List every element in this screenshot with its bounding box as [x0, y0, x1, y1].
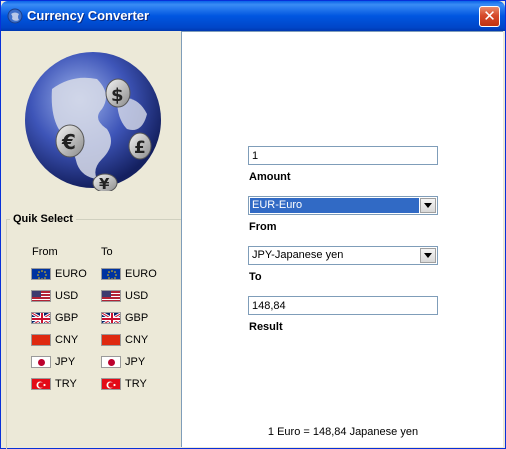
from-try-option[interactable]: TRY [31, 377, 77, 391]
tr-flag-icon [101, 378, 121, 390]
from-cny-option[interactable]: CNY [31, 333, 78, 347]
to-cny-option[interactable]: CNY [101, 333, 148, 347]
app-icon [7, 8, 23, 24]
to-try-option[interactable]: TRY [101, 377, 147, 391]
to-euro-option[interactable]: EURO [101, 267, 157, 281]
eu-flag-icon [101, 268, 121, 280]
conversion-summary: 1 Euro = 148,84 Japanese yen [267, 426, 419, 438]
close-icon: ✕ [483, 7, 496, 25]
to-column-header: To [101, 246, 113, 258]
to-usd-option[interactable]: USD [101, 289, 148, 303]
amount-label: Amount [249, 171, 291, 183]
from-euro-option[interactable]: EURO [31, 267, 87, 281]
left-panel: € £ $ ¥ Quik Select From To EURO USD GBP… [2, 31, 182, 449]
jp-flag-icon [101, 356, 121, 368]
to-label: To [249, 271, 262, 283]
eu-flag-icon [31, 268, 51, 280]
chevron-down-icon [424, 203, 432, 208]
uk-flag-icon [31, 312, 51, 324]
from-jpy-option[interactable]: JPY [31, 355, 75, 369]
currency-converter-window: Currency Converter ✕ € £ $ ¥ Quik Select… [0, 0, 506, 449]
globe-currency-logo: € £ $ ¥ [25, 52, 161, 191]
quick-select-title: Quik Select [10, 213, 76, 225]
svg-text:£: £ [134, 138, 146, 158]
from-column-header: From [32, 246, 58, 258]
svg-text:€: € [61, 130, 76, 154]
converter-panel: Amount EUR-Euro From JPY-Japanese yen To… [181, 31, 503, 447]
currency-code: GBP [55, 312, 79, 324]
chevron-down-icon [424, 253, 432, 258]
currency-code: TRY [125, 378, 147, 390]
title-bar[interactable]: Currency Converter ✕ [1, 1, 505, 31]
svg-text:$: $ [111, 85, 124, 106]
currency-code: EURO [55, 268, 87, 280]
currency-code: JPY [125, 356, 146, 368]
currency-code: GBP [125, 312, 149, 324]
result-field[interactable] [248, 296, 438, 315]
cn-flag-icon [101, 334, 121, 346]
currency-code: CNY [55, 334, 79, 346]
tr-flag-icon [31, 378, 51, 390]
result-label: Result [249, 321, 283, 333]
cn-flag-icon [31, 334, 51, 346]
from-label: From [249, 221, 277, 233]
us-flag-icon [101, 290, 121, 302]
to-dropdown-button[interactable] [420, 248, 436, 263]
currency-code: USD [55, 290, 79, 302]
uk-flag-icon [101, 312, 121, 324]
currency-code: CNY [125, 334, 149, 346]
currency-code: USD [125, 290, 149, 302]
currency-code: JPY [55, 356, 76, 368]
from-currency-value: EUR-Euro [250, 198, 419, 213]
from-usd-option[interactable]: USD [31, 289, 78, 303]
close-button[interactable]: ✕ [479, 6, 500, 27]
currency-code: EURO [125, 268, 157, 280]
us-flag-icon [31, 290, 51, 302]
currency-code: TRY [55, 378, 77, 390]
from-currency-select[interactable]: EUR-Euro [248, 196, 438, 215]
amount-input[interactable] [248, 146, 438, 165]
from-dropdown-button[interactable] [420, 198, 436, 213]
to-jpy-option[interactable]: JPY [101, 355, 145, 369]
from-gbp-option[interactable]: GBP [31, 311, 78, 325]
svg-text:¥: ¥ [99, 175, 110, 191]
window-title: Currency Converter [27, 8, 150, 23]
jp-flag-icon [31, 356, 51, 368]
to-currency-value: JPY-Japanese yen [252, 249, 344, 261]
to-currency-select[interactable]: JPY-Japanese yen [248, 246, 438, 265]
to-gbp-option[interactable]: GBP [101, 311, 148, 325]
